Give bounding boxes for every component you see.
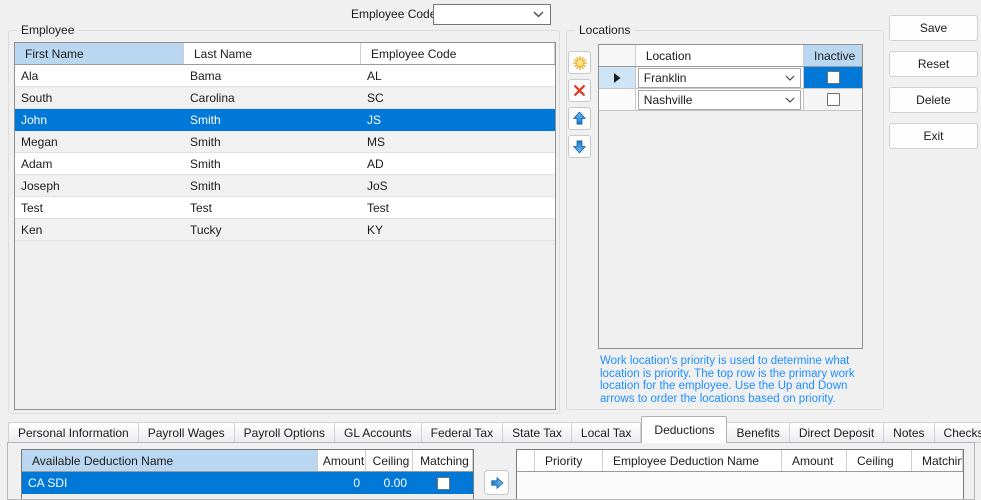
tab-checks[interactable]: Checks: [934, 422, 981, 443]
column-header-employee-deduction-name[interactable]: Employee Deduction Name: [603, 450, 782, 471]
location-row[interactable]: Nashville: [599, 89, 862, 111]
chevron-down-icon: [533, 11, 544, 18]
column-header-ceiling[interactable]: Ceiling: [847, 450, 912, 471]
table-row-selected[interactable]: John Smith JS: [15, 109, 555, 131]
tab-deductions[interactable]: Deductions: [641, 416, 728, 443]
delete-button[interactable]: Delete: [889, 87, 978, 113]
tab-direct-deposit[interactable]: Direct Deposit: [789, 422, 885, 443]
table-row[interactable]: Adam Smith AD: [15, 153, 555, 175]
matching-checkbox[interactable]: [436, 476, 450, 490]
employee-code-select[interactable]: [433, 4, 551, 25]
table-row[interactable]: Joseph Smith JoS: [15, 175, 555, 197]
arrow-down-icon: [572, 140, 587, 154]
arrow-right-icon: [490, 476, 504, 489]
locations-table-header: Location Inactive: [599, 45, 862, 67]
column-header-available-deduction-name[interactable]: Available Deduction Name: [22, 450, 318, 471]
new-sunburst-icon: [572, 55, 587, 70]
column-header-location[interactable]: Location: [635, 45, 805, 66]
chevron-down-icon: [785, 97, 795, 103]
tab-federal-tax[interactable]: Federal Tax: [421, 422, 504, 443]
tab-payroll-options[interactable]: Payroll Options: [234, 422, 336, 443]
tab-benefits[interactable]: Benefits: [727, 422, 790, 443]
tab-state-tax[interactable]: State Tax: [503, 422, 572, 443]
column-header-first-name[interactable]: First Name: [15, 43, 184, 64]
arrow-up-icon: [572, 111, 587, 125]
column-header-matching[interactable]: Matching: [413, 450, 473, 471]
employee-deductions-table: Priority Employee Deduction Name Amount …: [516, 449, 964, 499]
table-row[interactable]: Megan Smith MS: [15, 131, 555, 153]
chevron-down-icon: [785, 75, 795, 81]
employee-deductions-header: Priority Employee Deduction Name Amount …: [517, 450, 963, 472]
row-header-column: [517, 450, 535, 471]
current-row-indicator: [599, 67, 636, 88]
tab-personal-information[interactable]: Personal Information: [8, 422, 139, 443]
location-select[interactable]: Franklin: [637, 67, 802, 88]
reset-button[interactable]: Reset: [889, 51, 978, 77]
table-row[interactable]: Ala Bama AL: [15, 65, 555, 87]
column-header-priority[interactable]: Priority: [535, 450, 603, 471]
column-header-amount[interactable]: Amount: [318, 450, 366, 471]
locations-table: Location Inactive Franklin Nashville: [598, 44, 863, 349]
exit-button[interactable]: Exit: [889, 123, 978, 149]
locations-help-text: Work location's priority is used to dete…: [600, 355, 855, 405]
tab-gl-accounts[interactable]: GL Accounts: [335, 422, 422, 443]
add-location-button[interactable]: [568, 51, 591, 74]
delete-x-icon: [574, 85, 585, 96]
table-row-selected[interactable]: CA SDI 0 0.00: [22, 472, 473, 494]
employee-group-title: Employee: [17, 23, 79, 37]
inactive-checkbox[interactable]: [826, 71, 840, 84]
location-select[interactable]: Nashville: [637, 89, 802, 110]
save-button[interactable]: Save: [889, 15, 978, 41]
employee-table-header: First Name Last Name Employee Code: [15, 43, 555, 65]
delete-location-button[interactable]: [568, 79, 591, 102]
row-pointer-icon: [613, 72, 621, 83]
column-header-employee-code[interactable]: Employee Code: [361, 43, 555, 64]
column-header-amount[interactable]: Amount: [782, 450, 847, 471]
move-down-button[interactable]: [568, 135, 591, 158]
available-deductions-table: Available Deduction Name Amount Ceiling …: [21, 449, 474, 499]
table-row[interactable]: Ken Tucky KY: [15, 219, 555, 241]
table-row[interactable]: Test Test Test: [15, 197, 555, 219]
tab-notes[interactable]: Notes: [884, 422, 935, 443]
move-up-button[interactable]: [568, 107, 591, 130]
table-row[interactable]: South Carolina SC: [15, 87, 555, 109]
inactive-checkbox[interactable]: [826, 93, 840, 106]
row-header-column: [599, 45, 636, 66]
column-header-matching[interactable]: Matching: [912, 450, 963, 471]
column-header-ceiling[interactable]: Ceiling: [366, 450, 413, 471]
tab-payroll-wages[interactable]: Payroll Wages: [138, 422, 235, 443]
location-row-current[interactable]: Franklin: [599, 67, 862, 89]
tab-local-tax[interactable]: Local Tax: [571, 422, 642, 443]
column-header-inactive[interactable]: Inactive: [804, 45, 862, 66]
add-deduction-button[interactable]: [484, 470, 509, 495]
deductions-tab-panel: Available Deduction Name Amount Ceiling …: [7, 442, 975, 500]
employee-code-label: Employee Code: [351, 7, 437, 21]
tab-strip: Personal Information Payroll Wages Payro…: [8, 416, 981, 443]
employee-table: First Name Last Name Employee Code Ala B…: [14, 42, 556, 410]
column-header-last-name[interactable]: Last Name: [184, 43, 361, 64]
locations-group-title: Locations: [575, 23, 635, 37]
available-deductions-header: Available Deduction Name Amount Ceiling …: [22, 450, 473, 472]
